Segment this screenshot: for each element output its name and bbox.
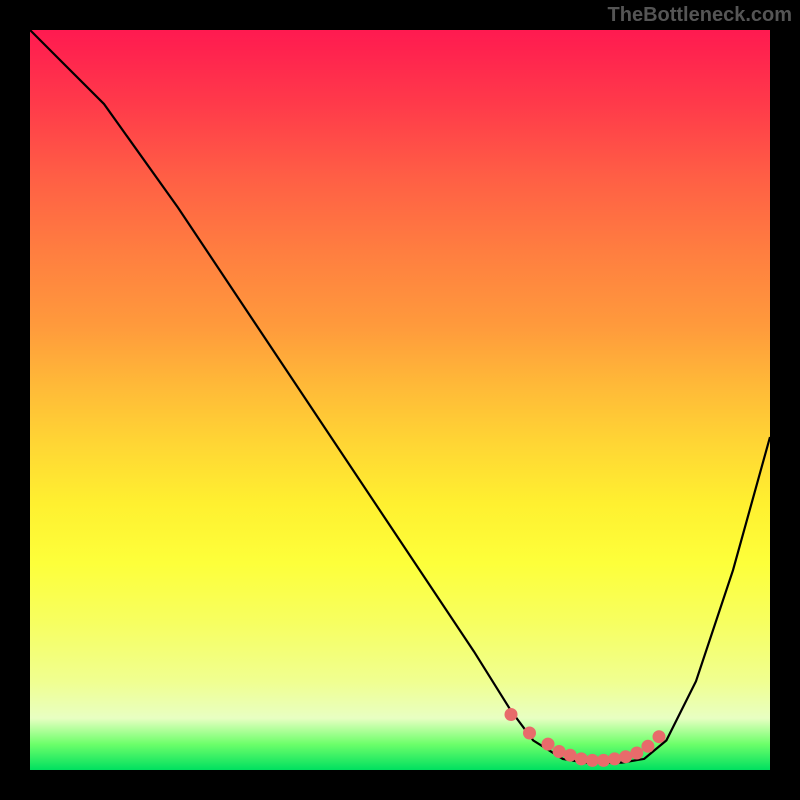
curve-layer: [30, 30, 770, 770]
valley-marker: [505, 708, 518, 721]
valley-marker: [597, 754, 610, 767]
valley-marker: [641, 740, 654, 753]
valley-marker: [575, 752, 588, 765]
valley-marker: [553, 745, 566, 758]
bottleneck-curve: [30, 30, 770, 763]
valley-marker: [586, 754, 599, 767]
valley-marker: [619, 750, 632, 763]
watermark-text: TheBottleneck.com: [608, 4, 792, 27]
chart-container: TheBottleneck.com: [0, 0, 800, 800]
valley-marker: [523, 727, 536, 740]
valley-marker: [653, 730, 666, 743]
valley-marker: [564, 749, 577, 762]
plot-area: [30, 30, 770, 770]
valley-marker: [542, 738, 555, 751]
valley-marker: [608, 752, 621, 765]
valley-markers: [505, 708, 666, 767]
valley-marker: [630, 747, 643, 760]
